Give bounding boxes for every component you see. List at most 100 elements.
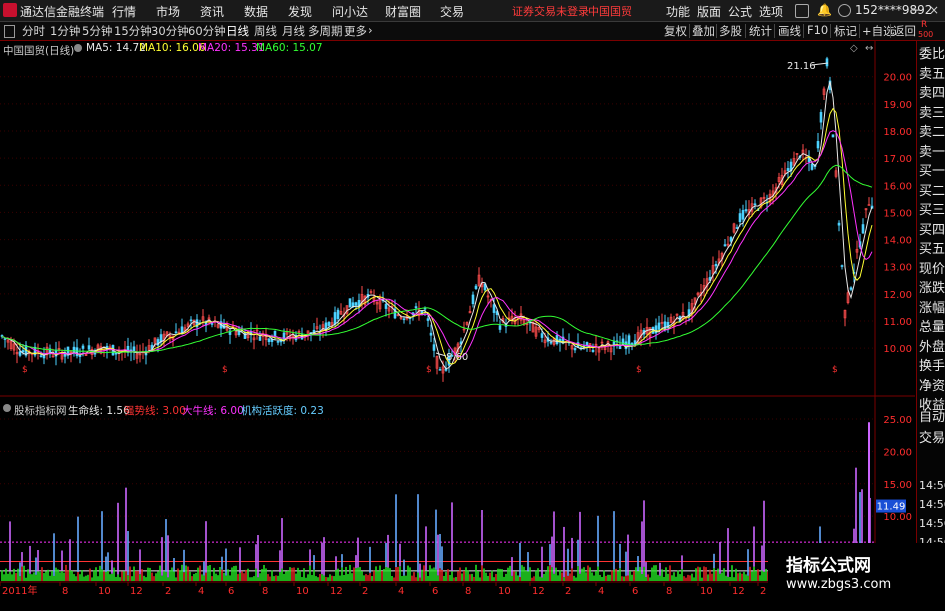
period-monthly[interactable]: 月线 — [282, 23, 305, 39]
candle-body — [861, 224, 865, 234]
separator — [745, 24, 746, 38]
chart-area[interactable]: 20.00 19.00 18.00 17.00 16.00 15.00 14.00 13.00… — [0, 41, 915, 597]
tool-back[interactable]: 返回 — [893, 23, 916, 39]
x-axis-label: 4 — [398, 586, 404, 597]
candle-body — [327, 321, 331, 326]
period-60min[interactable]: 60分钟 — [188, 23, 226, 39]
menu-formula[interactable]: 公式 — [728, 3, 752, 20]
quote-panel: 委比 卖五 卖四 卖三 卖二 卖一 买一 买二 买三 买四 买五 现价 涨跌 涨幅 总量 外盘 换手 净资 收益 自动… — [916, 41, 945, 606]
candle-body — [837, 222, 841, 226]
price-chart-title: 中国国贸(日线) — [3, 45, 75, 57]
menu-quotes[interactable]: 行情 — [112, 3, 136, 20]
x-axis-label: 4 — [198, 586, 204, 597]
period-more[interactable]: 更多 — [344, 23, 367, 39]
tool-f10[interactable]: F10 — [807, 23, 828, 37]
login-warning[interactable]: 证券交易未登录 — [512, 3, 589, 19]
price-tick-label: 18.00 — [883, 127, 912, 138]
bell-icon[interactable]: 🔔 — [817, 3, 832, 17]
signal-marker: $ — [22, 365, 28, 375]
candle-body — [21, 350, 25, 353]
menu-options[interactable]: 选项 — [759, 3, 783, 20]
x-axis-label: 12 — [330, 586, 343, 597]
watermark-url: www.zbgs3.com — [786, 577, 892, 592]
x-axis-label: 6 — [432, 586, 438, 597]
price-tick-label: 20.00 — [883, 73, 912, 84]
x-axis-label: 2 — [565, 586, 571, 597]
diamond-icon[interactable]: ◇ — [850, 43, 858, 54]
strong-line-legend: 强势线: 3.00 — [124, 405, 186, 417]
tool-mark[interactable]: 标记 — [834, 23, 857, 39]
indicator-tick-label: 20.00 — [883, 447, 912, 458]
menu-trade[interactable]: 交易 — [440, 3, 464, 20]
candle-body — [831, 134, 835, 138]
x-axis-label: 10 — [498, 586, 511, 597]
candle-body — [849, 287, 853, 290]
x-axis-label: 2 — [362, 586, 368, 597]
tool-overlay[interactable]: 叠加 — [692, 23, 715, 39]
indicator-dot-icon[interactable] — [3, 404, 11, 412]
low-annotation: 8.60 — [446, 352, 468, 363]
kline-chart[interactable]: 20.00 19.00 18.00 17.00 16.00 15.00 14.00 13.00… — [0, 41, 915, 597]
period-1min[interactable]: 1分钟 — [50, 23, 80, 39]
minimize-icon[interactable]: − — [908, 2, 924, 18]
candle-body — [498, 325, 502, 330]
user-icon[interactable] — [838, 4, 851, 17]
period-intraday[interactable]: 分时 — [22, 23, 45, 39]
candle-body — [723, 244, 727, 247]
settings-dot-icon[interactable] — [74, 44, 82, 52]
menu-market[interactable]: 市场 — [156, 3, 180, 20]
period-multi[interactable]: 多周期 — [308, 23, 343, 39]
candle-body — [819, 112, 823, 123]
menu-layout[interactable]: 版面 — [697, 3, 721, 20]
period-5min[interactable]: 5分钟 — [82, 23, 112, 39]
menu-data[interactable]: 数据 — [244, 3, 268, 20]
quote-field-19[interactable]: 自动 — [919, 406, 945, 429]
menu-wealth[interactable]: 财富圈 — [385, 3, 421, 20]
price-tick-label: 10.00 — [883, 344, 912, 355]
separator — [689, 24, 690, 38]
menu-function[interactable]: 功能 — [666, 3, 690, 20]
message-icon[interactable] — [795, 4, 809, 18]
period-weekly[interactable]: 周线 — [254, 23, 277, 39]
x-axis-label: 8 — [62, 586, 68, 597]
candle-body — [348, 298, 352, 308]
candle-body — [741, 210, 745, 220]
candle-body — [663, 321, 667, 331]
menu-ask[interactable]: 问小达 — [332, 3, 368, 20]
app-title: 通达信金融终端 — [20, 5, 105, 19]
price-tick-label: 12.00 — [883, 290, 912, 301]
candle-body — [810, 163, 814, 170]
separator — [774, 24, 775, 38]
close-icon[interactable]: × — [926, 2, 942, 18]
menu-discover[interactable]: 发现 — [288, 3, 312, 20]
candle-body — [75, 347, 79, 357]
tool-adjust[interactable]: 复权 — [664, 23, 687, 39]
x-axis-label: 8 — [465, 586, 471, 597]
period-daily[interactable]: 日线 — [226, 23, 249, 39]
signal-marker: $ — [832, 365, 838, 375]
arrow-icon[interactable]: ↔ — [865, 43, 873, 54]
ma10-line — [1, 107, 873, 365]
tool-multi-stock[interactable]: 多股 — [719, 23, 742, 39]
tool-stats[interactable]: 统计 — [749, 23, 772, 39]
candle-body — [627, 335, 631, 346]
candle-body — [87, 345, 91, 350]
candle-body — [549, 341, 553, 344]
chevron-right-icon[interactable]: › — [368, 23, 373, 37]
quote-field-20[interactable]: 交易 — [919, 427, 945, 450]
candle-body — [276, 341, 280, 343]
candle-body — [816, 141, 820, 149]
candle-body — [189, 319, 193, 322]
price-tick-label: 13.00 — [883, 263, 912, 274]
x-axis-label: 8 — [262, 586, 268, 597]
period-30min[interactable]: 30分钟 — [151, 23, 189, 39]
ma5-legend: MA5: 14.72 — [86, 42, 146, 54]
menu-news[interactable]: 资讯 — [200, 3, 224, 20]
app-logo-icon — [3, 3, 17, 17]
price-tick-label: 14.00 — [883, 236, 912, 247]
period-15min[interactable]: 15分钟 — [114, 23, 152, 39]
tool-draw[interactable]: 画线 — [778, 23, 801, 39]
panel-toggle-icon[interactable] — [4, 25, 15, 38]
indicator-tick-label: 15.00 — [883, 480, 912, 491]
candle-body — [429, 332, 433, 336]
